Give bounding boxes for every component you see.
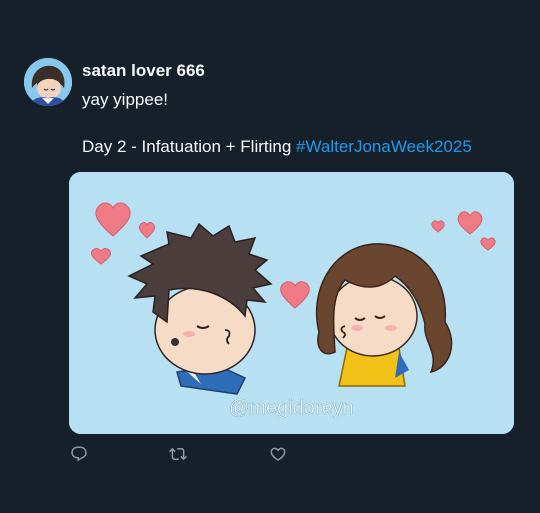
image-watermark: @megidoreyn [229,397,354,419]
author-avatar[interactable] [24,58,72,106]
post-text-line2: Day 2 - Infatuation + Flirting #WalterJo… [82,137,472,157]
reply-icon [71,446,87,462]
post-media-image[interactable]: @megidoreyn [69,172,514,434]
heart-icon [270,447,286,461]
post-action-bar [62,443,302,465]
post-text-line1: yay yippee! [82,90,168,109]
reply-button[interactable] [68,443,90,465]
avatar-image [24,58,72,106]
hashtag-link[interactable]: #WalterJonaWeek2025 [296,137,472,156]
retweet-button[interactable] [167,443,189,465]
like-button[interactable] [267,443,289,465]
author-name[interactable]: satan lover 666 [82,61,205,81]
illustration: @megidoreyn [69,172,514,434]
post-text-plain: Day 2 - Infatuation + Flirting [82,137,297,156]
retweet-icon [169,447,187,461]
